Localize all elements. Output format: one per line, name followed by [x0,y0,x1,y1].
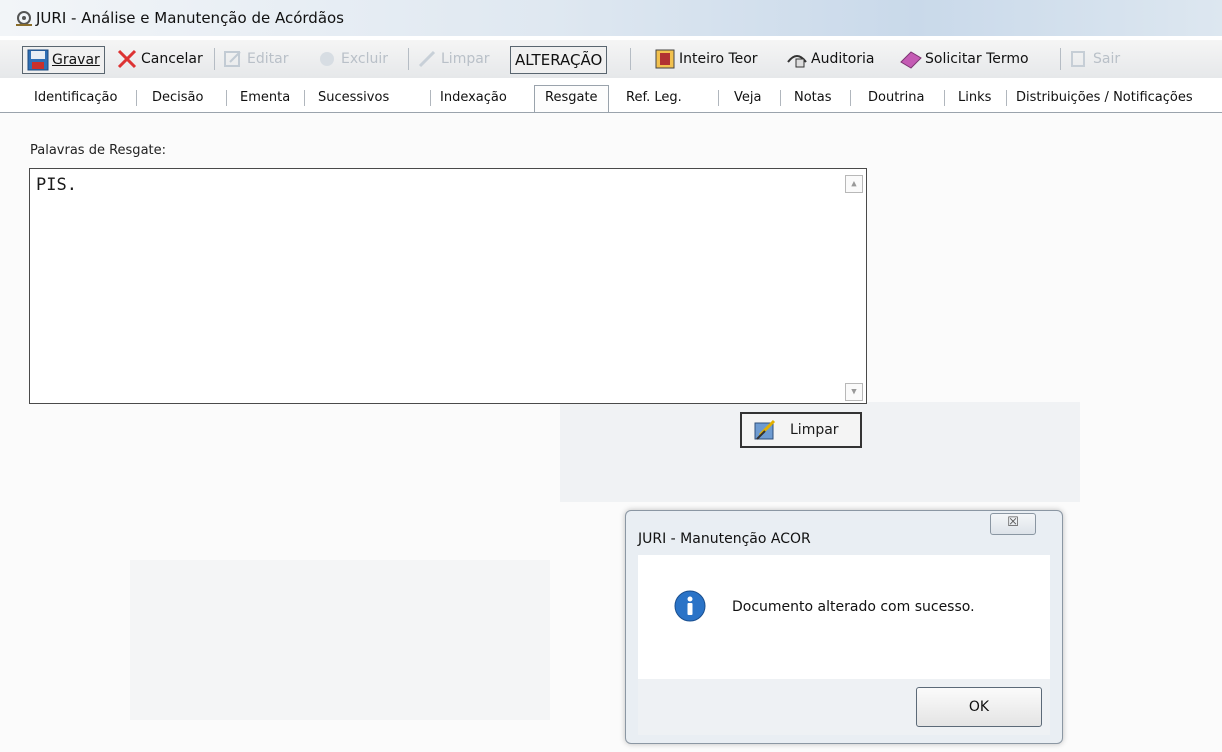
tab-veja[interactable]: Veja [734,90,761,105]
tab-links[interactable]: Links [958,90,991,105]
auditoria-label: Auditoria [811,51,875,67]
dialog-title: JURI - Manutenção ACOR [638,531,811,547]
sair-label: Sair [1093,51,1121,67]
delete-icon [316,48,338,70]
inteiro-teor-label: Inteiro Teor [679,51,758,67]
tab-decisao[interactable]: Decisão [152,90,203,105]
limpar-toolbar-button[interactable]: Limpar [416,46,490,72]
window-titlebar: JURI - Análise e Manutenção de Acórdãos [0,0,1222,36]
tab-separator [780,90,781,106]
edit-icon [222,48,244,70]
limpar-toolbar-label: Limpar [441,51,490,67]
palavras-de-resgate-label: Palavras de Resgate: [30,143,167,158]
inteiro-teor-button[interactable]: Inteiro Teor [654,46,758,72]
ok-button[interactable]: OK [916,687,1042,727]
cancel-x-icon [116,48,138,70]
textarea-scrollbar[interactable]: ▲ ▼ [845,175,863,401]
book-icon [900,48,922,70]
tab-separator [1006,90,1007,106]
tab-indexacao[interactable]: Indexação [440,90,507,105]
tab-identificacao[interactable]: Identificação [34,90,117,105]
message-dialog: JURI - Manutenção ACOR ☒ Documento alter… [625,510,1063,744]
tab-separator [226,90,227,106]
tab-separator [944,90,945,106]
save-icon [27,49,49,71]
exit-icon [1068,48,1090,70]
cancelar-button[interactable]: Cancelar [116,46,203,72]
tab-resgate[interactable]: Resgate [534,85,609,112]
editar-label: Editar [247,51,289,67]
app-gear-icon [14,9,34,27]
tab-separator [850,90,851,106]
sair-button[interactable]: Sair [1068,46,1120,72]
scroll-up-arrow-icon[interactable]: ▲ [845,175,863,193]
solicitar-termo-button[interactable]: Solicitar Termo [900,46,1029,72]
tab-separator [136,90,137,106]
window-title: JURI - Análise e Manutenção de Acórdãos [36,9,344,27]
excluir-label: Excluir [341,51,388,67]
mode-indicator: ALTERAÇÃO [510,46,608,74]
toolbar-separator [214,48,215,70]
palavras-de-resgate-textarea[interactable]: PIS. ▲ ▼ [29,168,867,404]
editar-button[interactable]: Editar [222,46,288,72]
broom-icon [416,48,438,70]
scroll-down-arrow-icon[interactable]: ▼ [845,383,863,401]
mode-label: ALTERAÇÃO [515,51,603,69]
inteiro-teor-icon [654,48,676,70]
tab-notas[interactable]: Notas [794,90,832,105]
background-ghost [130,560,550,720]
toolbar-separator [630,48,631,70]
toolbar-separator [408,48,409,70]
textarea-value: PIS. [36,175,77,195]
tab-strip: Identificação Decisão Ementa Sucessivos … [0,82,1222,113]
auditoria-button[interactable]: Auditoria [786,46,875,72]
tab-separator [430,90,431,106]
tab-ementa[interactable]: Ementa [240,90,290,105]
cancelar-label: Cancelar [141,51,203,67]
dialog-body: Documento alterado com sucesso. [638,555,1050,679]
close-icon[interactable]: ☒ [990,513,1036,535]
toolbar-separator [1060,48,1061,70]
audit-icon [786,48,808,70]
gravar-label: Gravar [52,52,100,68]
toolbar: Gravar Cancelar Editar Excluir Limpar AL… [0,40,1222,78]
excluir-button[interactable]: Excluir [316,46,388,72]
tab-separator [304,90,305,106]
tab-separator [718,90,719,106]
limpar-button[interactable]: Limpar [740,412,862,448]
tab-ref-leg[interactable]: Ref. Leg. [626,90,682,105]
solicitar-termo-label: Solicitar Termo [925,51,1029,67]
dialog-message: Documento alterado com sucesso. [732,599,975,615]
tab-doutrina[interactable]: Doutrina [868,90,924,105]
info-icon [674,590,706,622]
broom-icon [752,417,778,443]
gravar-button[interactable]: Gravar [22,46,105,74]
tab-sucessivos[interactable]: Sucessivos [318,90,389,105]
limpar-button-label: Limpar [790,422,839,438]
tab-distribuicoes-notificacoes[interactable]: Distribuições / Notificações [1016,90,1193,105]
